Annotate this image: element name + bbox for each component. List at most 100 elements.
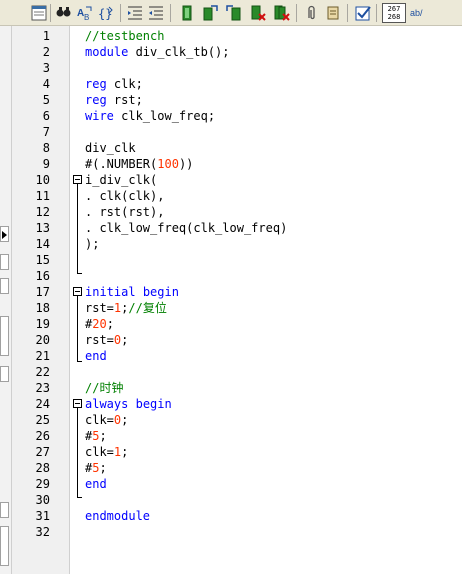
bracket-match-icon[interactable]: {} (97, 4, 115, 22)
code-line[interactable]: div_clk (85, 140, 136, 156)
fold-line (77, 184, 78, 273)
line-number: 11 (35, 189, 50, 203)
panel-scroll-button[interactable] (0, 366, 9, 382)
line-column-bottom: 268 (387, 13, 401, 21)
toolbar-separator (50, 4, 51, 22)
editor-window-icon[interactable] (30, 4, 48, 22)
line-number: 4 (42, 77, 50, 91)
outdent-icon[interactable] (147, 4, 165, 22)
checkbox-icon[interactable] (354, 4, 372, 22)
line-number: 18 (35, 301, 50, 315)
fold-end (77, 273, 82, 274)
line-number: 10 (35, 173, 50, 187)
bookmark-clear-all-icon[interactable] (273, 4, 291, 22)
code-line[interactable]: wire clk_low_freq; (85, 108, 215, 124)
side-panel-edge (0, 26, 12, 574)
find-replace-icon[interactable]: AB (76, 4, 94, 22)
toolbar-separator (170, 4, 171, 22)
code-line[interactable]: #20; (85, 316, 114, 332)
panel-scrollbar[interactable] (0, 316, 9, 356)
svg-text:B: B (84, 13, 89, 22)
code-line[interactable]: endmodule (85, 508, 150, 524)
line-number: 26 (35, 429, 50, 443)
line-number: 21 (35, 349, 50, 363)
line-number: 22 (35, 365, 50, 379)
line-number: 28 (35, 461, 50, 475)
code-line[interactable]: rst=0; (85, 332, 128, 348)
line-number: 6 (42, 109, 50, 123)
code-line[interactable]: i_div_clk( (85, 172, 157, 188)
toolbar-separator (347, 4, 348, 22)
line-number: 12 (35, 205, 50, 219)
line-column-icon[interactable]: 267 268 (382, 3, 406, 23)
line-number: 2 (42, 45, 50, 59)
code-line[interactable]: . rst(rst), (85, 204, 164, 220)
line-number: 29 (35, 477, 50, 491)
line-number: 27 (35, 445, 50, 459)
attach-icon[interactable] (302, 4, 320, 22)
fold-toggle-icon[interactable] (73, 399, 82, 408)
fold-line (77, 408, 78, 497)
line-number: 25 (35, 413, 50, 427)
line-number: 17 (35, 285, 50, 299)
panel-arrow-icon[interactable] (0, 226, 9, 242)
code-line[interactable]: reg rst; (85, 92, 143, 108)
code-line[interactable]: end (85, 476, 107, 492)
toolbar-separator (296, 4, 297, 22)
bookmark-clear-icon[interactable] (249, 4, 267, 22)
fold-line (77, 296, 78, 361)
code-line[interactable]: ); (85, 236, 99, 252)
code-line[interactable]: module div_clk_tb(); (85, 44, 230, 60)
line-number: 8 (42, 141, 50, 155)
line-number: 16 (35, 269, 50, 283)
code-line[interactable]: always begin (85, 396, 172, 412)
code-line[interactable]: #5; (85, 428, 107, 444)
code-line[interactable]: rst=1;//复位 (85, 300, 167, 316)
line-number: 20 (35, 333, 50, 347)
code-line[interactable]: end (85, 348, 107, 364)
toolbar: AB {} 267 268 ab/ (0, 0, 462, 26)
line-number: 30 (35, 493, 50, 507)
line-number: 24 (35, 397, 50, 411)
code-line[interactable]: initial begin (85, 284, 179, 300)
code-line[interactable]: clk=0; (85, 412, 128, 428)
code-line[interactable]: #(.NUMBER(100)) (85, 156, 193, 172)
fold-end (77, 497, 82, 498)
svg-text:{}: {} (98, 7, 112, 21)
code-line[interactable]: . clk(clk), (85, 188, 164, 204)
line-number: 3 (42, 61, 50, 75)
code-line[interactable]: #5; (85, 460, 107, 476)
code-line[interactable]: //时钟 (85, 380, 123, 396)
code-line[interactable]: //testbench (85, 28, 164, 44)
toolbar-separator (120, 4, 121, 22)
line-number: 19 (35, 317, 50, 331)
line-number: 1 (42, 29, 50, 43)
toolbar-separator (376, 4, 377, 22)
line-number: 13 (35, 221, 50, 235)
fold-toggle-icon[interactable] (73, 287, 82, 296)
find-icon[interactable] (55, 4, 73, 22)
bookmark-next-icon[interactable] (201, 4, 219, 22)
spell-check-label: ab/ (410, 8, 423, 18)
scroll-icon[interactable] (324, 4, 342, 22)
panel-tab[interactable] (0, 502, 9, 518)
panel-tab[interactable] (0, 254, 9, 270)
panel-tab[interactable] (0, 278, 9, 294)
indent-icon[interactable] (126, 4, 144, 22)
bookmark-icon[interactable] (178, 4, 196, 22)
spell-check-icon[interactable]: ab/ (410, 4, 432, 22)
line-number: 32 (35, 525, 50, 539)
panel-tab[interactable] (0, 526, 9, 566)
code-line[interactable]: reg clk; (85, 76, 143, 92)
line-column-top: 267 (387, 5, 401, 13)
fold-toggle-icon[interactable] (73, 175, 82, 184)
line-number: 9 (42, 157, 50, 171)
line-number: 15 (35, 253, 50, 267)
code-line[interactable]: clk=1; (85, 444, 128, 460)
line-number: 14 (35, 237, 50, 251)
line-number: 5 (42, 93, 50, 107)
bookmark-prev-icon[interactable] (225, 4, 243, 22)
line-number: 31 (35, 509, 50, 523)
code-line[interactable]: . clk_low_freq(clk_low_freq) (85, 220, 287, 236)
line-number: 7 (42, 125, 50, 139)
